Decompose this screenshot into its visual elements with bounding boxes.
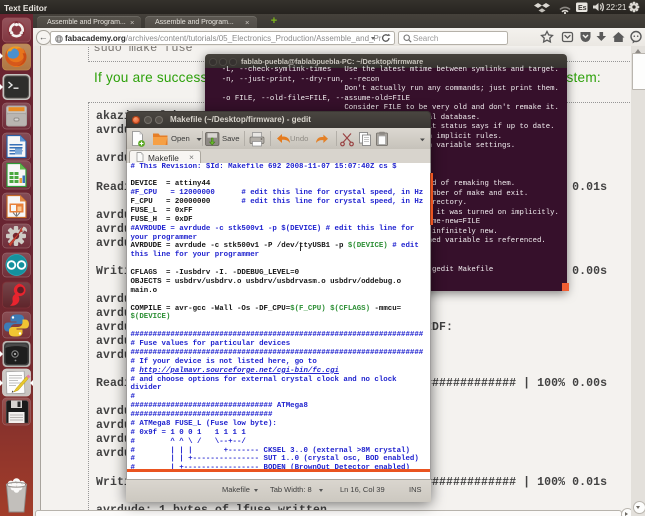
svg-text:Es: Es — [578, 5, 587, 12]
